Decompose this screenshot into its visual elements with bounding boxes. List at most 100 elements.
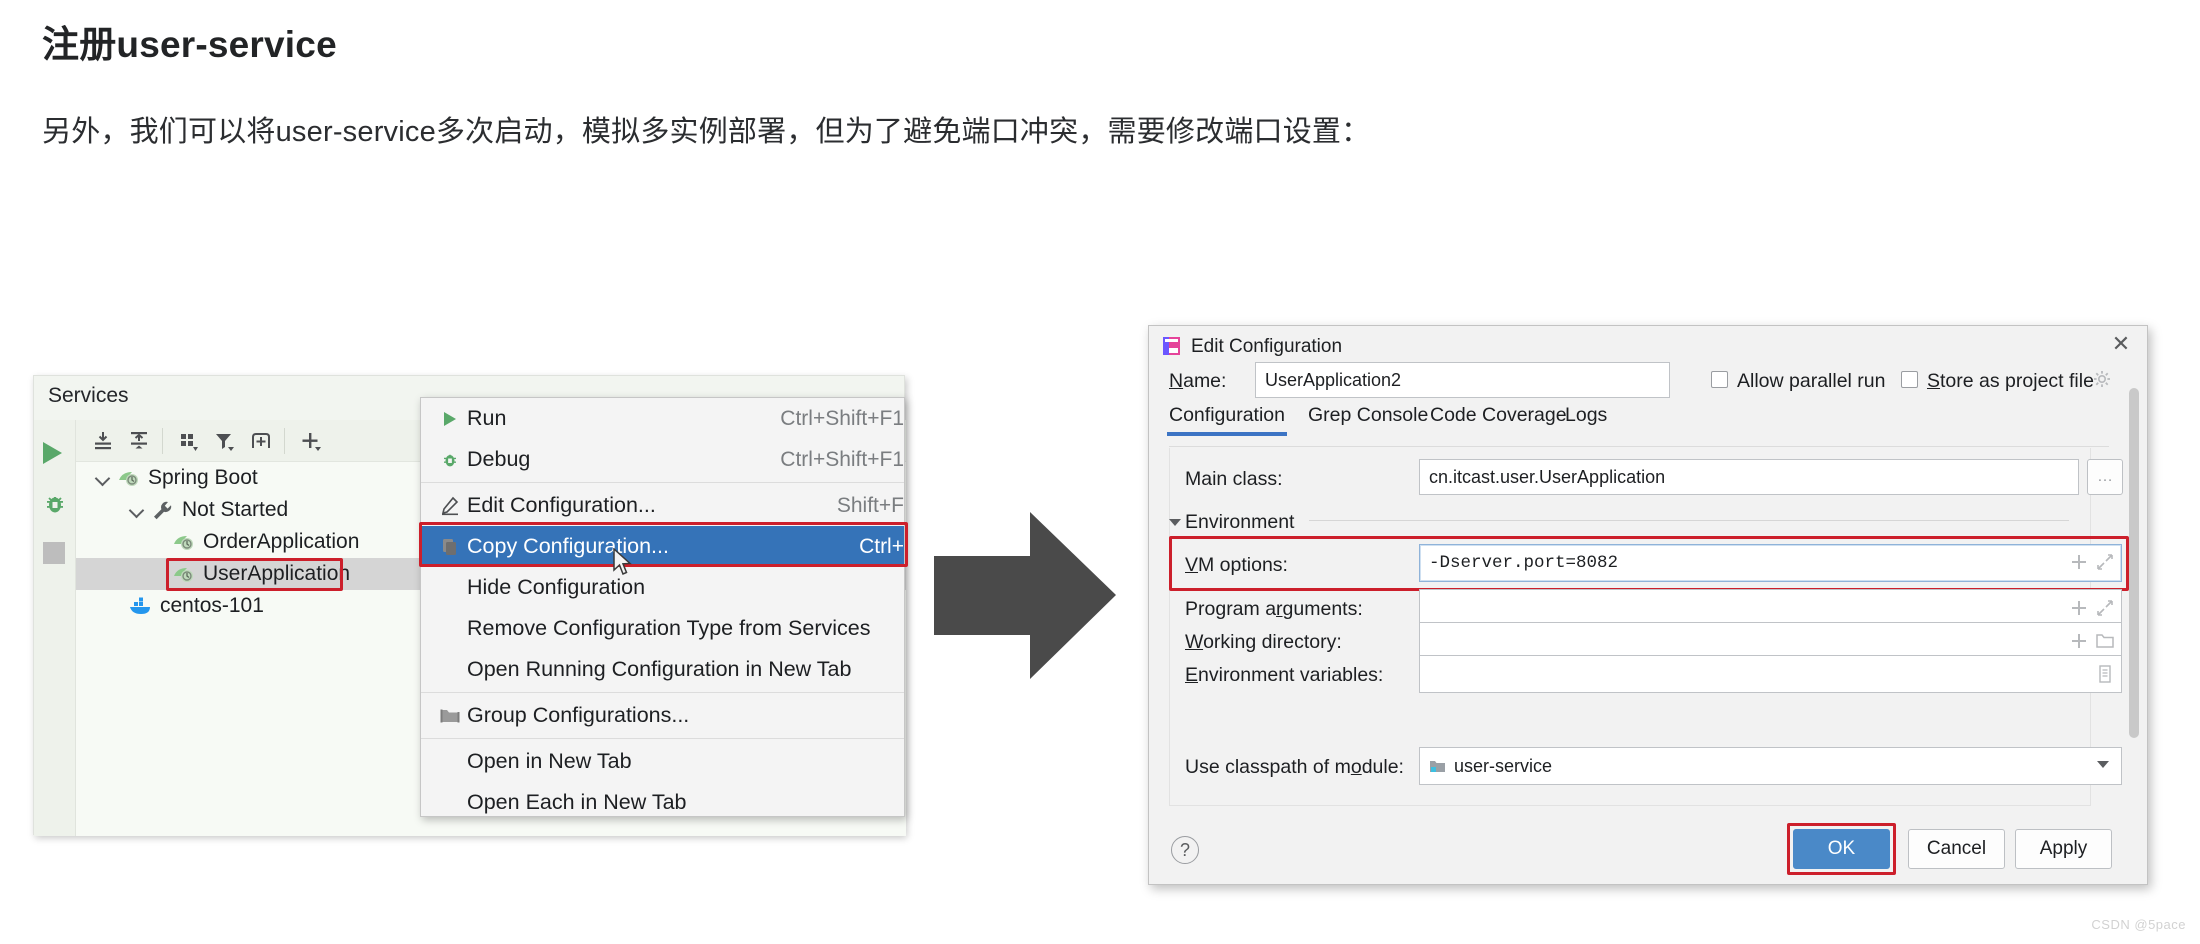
- ok-button[interactable]: OK: [1793, 829, 1890, 869]
- menu-item-edit-configuration[interactable]: Edit Configuration... Shift+F: [421, 485, 904, 526]
- store-as-project-file-label: Store as project file: [1927, 370, 2094, 392]
- tree-item-label: UserApplication: [203, 562, 351, 585]
- close-icon[interactable]: ✕: [2109, 333, 2133, 357]
- name-input-value: UserApplication2: [1265, 369, 1402, 390]
- spring-boot-icon: [171, 563, 197, 585]
- use-classpath-of-module-label: Use classpath of module:: [1185, 756, 1404, 778]
- menu-item-label: Group Configurations...: [467, 703, 690, 727]
- working-directory-folder-icon[interactable]: [2095, 631, 2115, 651]
- vm-options-label: VM options:: [1185, 554, 1288, 576]
- store-label-rest: tore as project file: [1940, 370, 2094, 392]
- wrench-icon: [150, 499, 176, 521]
- page-root: 注册user-service 另外，我们可以将user-service多次启动，…: [0, 0, 2200, 944]
- main-class-value: cn.itcast.user.UserApplication: [1429, 466, 1666, 487]
- allow-parallel-run-label: Allow parallel run: [1737, 370, 1886, 392]
- menu-item-label: Copy Configuration...: [467, 534, 669, 558]
- module-value: user-service: [1454, 755, 1553, 776]
- menu-item-open-each-in-new-tab[interactable]: Open Each in New Tab: [421, 782, 904, 823]
- menu-item-open-running-configuration[interactable]: Open Running Configuration in New Tab: [421, 649, 904, 690]
- name-label: Name:: [1169, 370, 1227, 392]
- environment-variables-list-icon[interactable]: [2095, 664, 2115, 684]
- context-menu: Run Ctrl+Shift+F1 Debug Ctrl+Shift+F1 Ed…: [419, 397, 908, 817]
- main-class-label: Main class:: [1185, 468, 1283, 490]
- chevron-down-icon[interactable]: [128, 501, 146, 519]
- help-button[interactable]: ?: [1171, 836, 1199, 864]
- vm-options-value: -Dserver.port=8082: [1429, 553, 1619, 573]
- docker-icon: [128, 595, 154, 617]
- program-arguments-expand-icon[interactable]: [2095, 598, 2115, 618]
- menu-divider: [421, 482, 904, 483]
- tabs-underline: [1169, 446, 2109, 447]
- main-class-browse-button[interactable]: …: [2087, 459, 2123, 495]
- collapse-all-icon[interactable]: [124, 427, 154, 455]
- menu-item-label: Hide Configuration: [467, 575, 646, 599]
- page-title: 注册user-service: [42, 24, 337, 65]
- tab-code-coverage[interactable]: Code Coverage: [1430, 404, 1567, 427]
- program-arguments-add-icon[interactable]: [2069, 598, 2089, 618]
- add-tab-icon[interactable]: [246, 427, 276, 455]
- working-directory-label: Working directory:: [1185, 631, 1342, 653]
- environment-variables-input[interactable]: [1419, 655, 2122, 693]
- menu-item-shortcut: Ctrl+Shift+F1: [780, 406, 904, 430]
- allow-parallel-run-checkbox[interactable]: [1711, 371, 1728, 388]
- menu-item-group-configurations[interactable]: Group Configurations...: [421, 695, 904, 736]
- name-label-rest: ame:: [1183, 370, 1227, 392]
- dialog-title: Edit Configuration: [1191, 336, 1343, 357]
- environment-collapse-icon[interactable]: [1169, 519, 1181, 526]
- tab-configuration[interactable]: Configuration: [1167, 404, 1287, 436]
- environment-divider: [1309, 520, 2069, 521]
- stop-icon[interactable]: [43, 542, 65, 564]
- gear-icon[interactable]: [2091, 368, 2113, 390]
- debug-icon: [433, 451, 467, 469]
- page-paragraph: 另外，我们可以将user-service多次启动，模拟多实例部署，但为了避免端口…: [42, 116, 1371, 148]
- module-select[interactable]: user-service: [1419, 747, 2122, 785]
- chevron-down-icon[interactable]: [2097, 761, 2109, 768]
- vm-options-add-icon[interactable]: [2069, 552, 2089, 572]
- menu-item-debug[interactable]: Debug Ctrl+Shift+F1: [421, 439, 904, 480]
- tree-item-label: centos-101: [160, 594, 264, 617]
- tab-logs[interactable]: Logs: [1565, 404, 1607, 427]
- flow-arrow-icon: [930, 508, 1120, 683]
- store-as-project-file-checkbox[interactable]: [1901, 371, 1918, 388]
- module-icon: [1429, 759, 1446, 774]
- services-left-rail: [34, 420, 76, 836]
- dialog-scrollbar-thumb[interactable]: [2129, 388, 2139, 738]
- spring-boot-icon: [171, 531, 197, 553]
- menu-item-copy-configuration[interactable]: Copy Configuration... Ctrl+: [421, 526, 904, 567]
- menu-item-shortcut: Shift+F: [836, 493, 904, 517]
- filter-icon[interactable]: [210, 427, 240, 455]
- environment-variables-label: Environment variables:: [1185, 664, 1384, 686]
- chevron-down-icon[interactable]: [94, 469, 112, 487]
- vm-options-label-rest: M options:: [1198, 554, 1288, 576]
- debug-icon[interactable]: [43, 492, 67, 516]
- run-icon: [433, 410, 467, 428]
- working-directory-add-icon[interactable]: [2069, 631, 2089, 651]
- main-class-input[interactable]: cn.itcast.user.UserApplication: [1419, 459, 2079, 495]
- cancel-button[interactable]: Cancel: [1908, 829, 2005, 869]
- vm-options-input[interactable]: -Dserver.port=8082: [1419, 544, 2122, 582]
- program-arguments-label: Program arguments:: [1185, 598, 1363, 620]
- tree-item-label: OrderApplication: [203, 530, 360, 553]
- add-icon[interactable]: [296, 427, 326, 455]
- pencil-icon: [433, 496, 467, 516]
- run-icon[interactable]: [43, 442, 67, 466]
- tab-grep-console[interactable]: Grep Console: [1308, 404, 1428, 427]
- menu-item-open-in-new-tab[interactable]: Open in New Tab: [421, 741, 904, 782]
- menu-item-hide-configuration[interactable]: Hide Configuration: [421, 567, 904, 608]
- vm-options-expand-icon[interactable]: [2095, 552, 2115, 572]
- tree-item-label: Not Started: [182, 498, 289, 521]
- dialog-titlebar: Edit Configuration ✕: [1149, 326, 2147, 366]
- menu-item-label: Open in New Tab: [467, 749, 632, 773]
- menu-item-shortcut: Ctrl+: [859, 534, 904, 558]
- menu-item-remove-configuration-type[interactable]: Remove Configuration Type from Services: [421, 608, 904, 649]
- expand-all-icon[interactable]: [88, 427, 118, 455]
- group-by-icon[interactable]: [174, 427, 204, 455]
- name-input[interactable]: UserApplication2: [1255, 362, 1670, 398]
- apply-button[interactable]: Apply: [2015, 829, 2112, 869]
- menu-item-shortcut: Ctrl+Shift+F1: [780, 447, 904, 471]
- menu-item-label: Remove Configuration Type from Services: [467, 616, 871, 640]
- menu-item-run[interactable]: Run Ctrl+Shift+F1: [421, 398, 904, 439]
- intellij-app-icon: [1163, 337, 1180, 355]
- edit-configuration-dialog: Edit Configuration ✕ Name: UserApplicati…: [1148, 325, 2148, 885]
- services-panel-title: Services: [48, 384, 129, 407]
